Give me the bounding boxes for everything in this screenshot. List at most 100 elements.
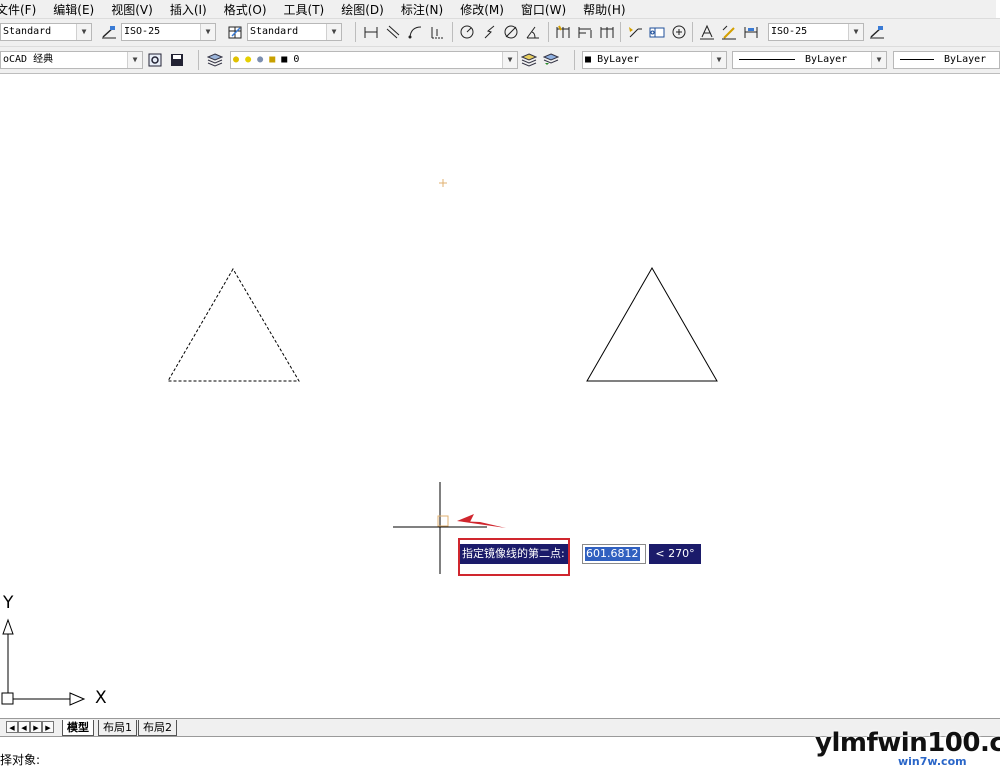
- menu-file[interactable]: 文件(F): [0, 1, 36, 18]
- chevron-down-icon: ▼: [502, 52, 517, 68]
- menu-insert[interactable]: 插入(I): [170, 1, 207, 18]
- layer-value: 0: [293, 54, 300, 65]
- site-watermark-sub: win7w.com: [898, 755, 967, 768]
- mirror-first-point-marker: [439, 179, 447, 187]
- separator: [574, 50, 575, 70]
- layer-select[interactable]: ● ● ● ■ ■ 0 ▼: [230, 51, 518, 69]
- ucs-icon: [1, 618, 86, 706]
- viewport-freeze-icon: ●: [257, 54, 264, 65]
- aligned-dimension-icon[interactable]: [384, 23, 402, 41]
- menu-tools[interactable]: 工具(T): [284, 1, 325, 18]
- menu-help[interactable]: 帮助(H): [583, 1, 625, 18]
- lineweight-sample: [900, 58, 934, 60]
- baseline-dimension-icon[interactable]: [576, 23, 594, 41]
- text-style-select[interactable]: Standard ▼: [0, 23, 92, 41]
- lightbulb-icon: ●: [233, 54, 240, 65]
- tab-layout2[interactable]: 布局2: [138, 720, 177, 736]
- dim-style-manager-icon[interactable]: [100, 23, 118, 41]
- quick-dimension-icon[interactable]: [554, 23, 572, 41]
- site-watermark: ylmfwin100.com: [815, 728, 1000, 758]
- first-tab-icon[interactable]: ◀: [6, 721, 18, 733]
- linetype-select[interactable]: ByLayer ▼: [732, 51, 887, 69]
- lineweight-value: ByLayer: [944, 54, 987, 65]
- tolerance-icon[interactable]: [648, 23, 666, 41]
- dim-style-value: ISO-25: [124, 26, 161, 37]
- prev-tab-icon[interactable]: ◀: [18, 721, 30, 733]
- menu-draw[interactable]: 绘图(D): [341, 1, 384, 18]
- separator: [198, 50, 199, 70]
- tab-model[interactable]: 模型: [62, 720, 94, 736]
- mirrored-triangle[interactable]: [586, 266, 718, 382]
- separator: [355, 22, 356, 42]
- layer-properties-icon[interactable]: [206, 51, 224, 69]
- chevron-down-icon: ▼: [200, 24, 215, 40]
- linetype-sample: [739, 58, 795, 60]
- ordinate-dimension-icon[interactable]: [428, 23, 446, 41]
- menu-edit[interactable]: 编辑(E): [53, 1, 94, 18]
- workspace-select[interactable]: oCAD 经典 ▼: [0, 51, 143, 69]
- menu-dimension[interactable]: 标注(N): [401, 1, 443, 18]
- table-style-value: Standard: [250, 26, 299, 37]
- dimension-edit-icon[interactable]: [698, 23, 716, 41]
- ucs-y-label: Y: [3, 593, 14, 613]
- dim-style-control-value: ISO-25: [771, 26, 808, 37]
- drawing-canvas[interactable]: Y X: [0, 74, 1000, 718]
- drawing-area[interactable]: [0, 74, 1000, 718]
- styles-toolbar: Standard ▼ ISO-25 ▼ Standard ▼ ISO-25 ▼: [0, 18, 1000, 46]
- chevron-down-icon: ▼: [76, 24, 91, 40]
- dim-style-icon[interactable]: [868, 23, 886, 41]
- next-tab-icon[interactable]: ▶: [30, 721, 42, 733]
- workspace-settings-icon[interactable]: [146, 51, 164, 69]
- dynamic-input-value: 601.6812: [585, 547, 640, 561]
- lock-icon: ■: [269, 54, 276, 65]
- arc-length-icon[interactable]: [406, 23, 424, 41]
- make-object-layer-current-icon[interactable]: [520, 51, 538, 69]
- linear-dimension-icon[interactable]: [362, 23, 380, 41]
- workspace-value: oCAD 经典: [3, 54, 54, 65]
- menu-format[interactable]: 格式(O): [224, 1, 267, 18]
- layer-previous-icon[interactable]: [542, 51, 560, 69]
- layer-color-swatch: ■: [281, 54, 288, 65]
- continue-dimension-icon[interactable]: [598, 23, 616, 41]
- separator: [692, 22, 693, 42]
- menu-modify[interactable]: 修改(M): [460, 1, 504, 18]
- separator: [452, 22, 453, 42]
- dim-style-control-select[interactable]: ISO-25 ▼: [768, 23, 864, 41]
- separator: [548, 22, 549, 42]
- selected-triangle[interactable]: [167, 268, 300, 382]
- last-tab-icon[interactable]: ▶: [42, 721, 54, 733]
- menu-view[interactable]: 视图(V): [111, 1, 153, 18]
- dynamic-input-value-field[interactable]: 601.6812: [582, 544, 646, 564]
- annotation-arrow: [457, 514, 506, 528]
- ucs-x-label: X: [95, 688, 107, 708]
- table-style-select[interactable]: Standard ▼: [247, 23, 342, 41]
- table-style-icon[interactable]: [226, 23, 244, 41]
- leader-icon[interactable]: [626, 23, 644, 41]
- highlight-box: [458, 538, 570, 576]
- chevron-down-icon: ▼: [848, 24, 863, 40]
- dim-style-select[interactable]: ISO-25 ▼: [121, 23, 216, 41]
- angular-dimension-icon[interactable]: [524, 23, 542, 41]
- diameter-dimension-icon[interactable]: [502, 23, 520, 41]
- chevron-down-icon: ▼: [711, 52, 726, 68]
- chevron-down-icon: ▼: [127, 52, 142, 68]
- text-style-value: Standard: [3, 26, 52, 37]
- jogged-dimension-icon[interactable]: [480, 23, 498, 41]
- save-workspace-icon[interactable]: [168, 51, 186, 69]
- color-select[interactable]: ■ ByLayer ▼: [582, 51, 727, 69]
- color-value: ByLayer: [597, 54, 640, 65]
- dynamic-input-angle[interactable]: < 270°: [649, 544, 701, 564]
- center-mark-icon[interactable]: [670, 23, 688, 41]
- radius-dimension-icon[interactable]: [458, 23, 476, 41]
- sun-icon: ●: [245, 54, 252, 65]
- menu-window[interactable]: 窗口(W): [521, 1, 566, 18]
- tab-layout1[interactable]: 布局1: [98, 720, 137, 736]
- menu-bar: 文件(F) 编辑(E) 视图(V) 插入(I) 格式(O) 工具(T) 绘图(D…: [0, 0, 996, 18]
- color-swatch: ■: [585, 54, 592, 65]
- linetype-value: ByLayer: [805, 54, 848, 65]
- lineweight-select[interactable]: ByLayer: [893, 51, 1000, 69]
- dimension-update-icon[interactable]: [742, 23, 760, 41]
- separator: [620, 22, 621, 42]
- layers-properties-toolbar: oCAD 经典 ▼ ● ● ● ■ ■ 0 ▼ ■ ByLayer ▼ ByLa…: [0, 46, 1000, 74]
- dimension-text-edit-icon[interactable]: [720, 23, 738, 41]
